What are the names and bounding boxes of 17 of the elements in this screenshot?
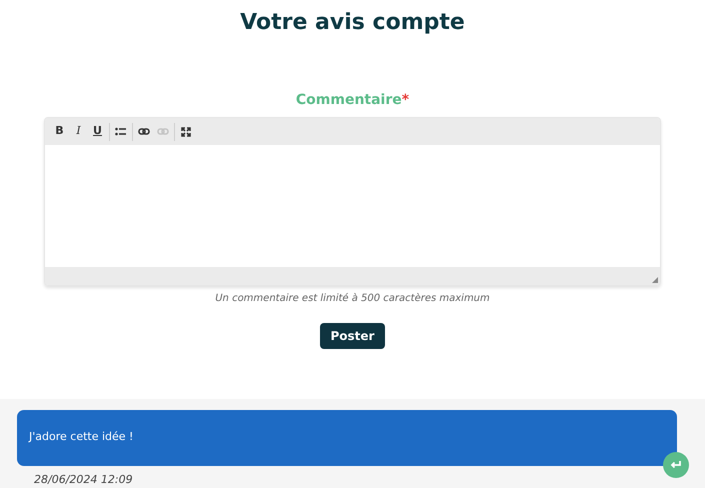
post-button[interactable]: Poster	[320, 322, 386, 348]
comment-date: 28/06/2024 12:09	[34, 472, 134, 488]
resize-handle-icon[interactable]	[652, 276, 658, 282]
format-button[interactable]: U	[89, 122, 106, 140]
field-label: Commentaire*	[296, 91, 410, 110]
character-limit-hint: Un commentaire est limité à 500 caractères maximum	[214, 292, 491, 306]
link-icon	[156, 128, 168, 135]
reply-button[interactable]	[663, 452, 689, 478]
text-editor[interactable]: B I U	[44, 117, 661, 286]
return-arrow-icon	[670, 460, 682, 470]
expand-icon	[180, 126, 190, 136]
page-title: Votre avis compte	[240, 9, 465, 37]
link-icon	[138, 128, 150, 135]
format-button[interactable]: B	[51, 122, 68, 140]
list-icon	[115, 127, 126, 136]
format-button[interactable]: I	[70, 122, 87, 140]
comment-text: J'adore cette idée !	[29, 429, 134, 446]
